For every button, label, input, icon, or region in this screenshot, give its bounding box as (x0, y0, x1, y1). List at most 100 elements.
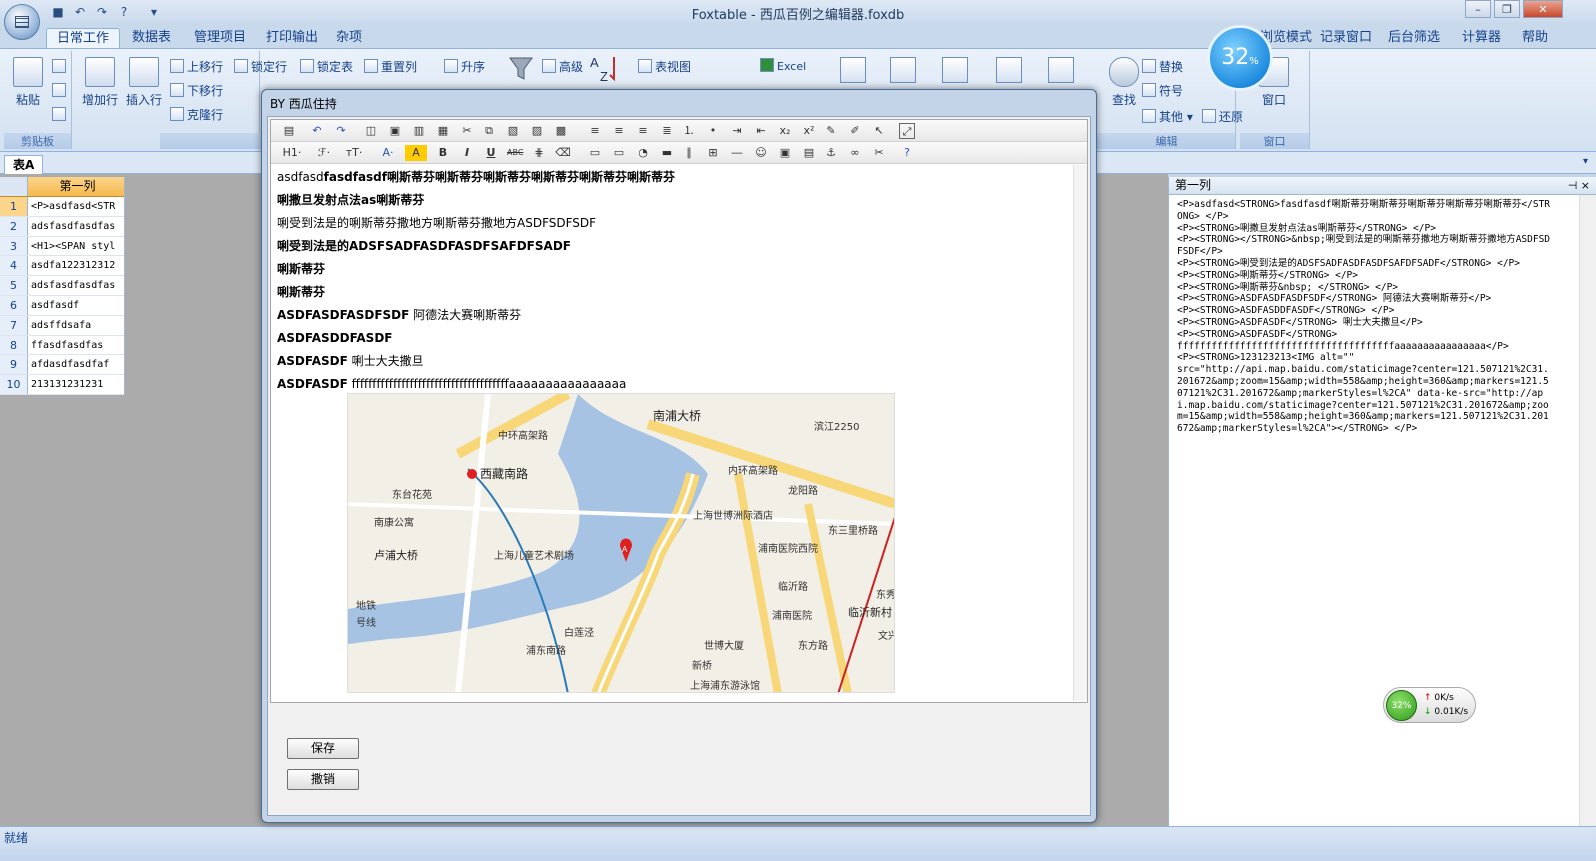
font-color-select[interactable]: A· (377, 145, 399, 161)
align-left-icon[interactable]: ≡ (587, 123, 603, 139)
restore-button[interactable]: 还原 (1202, 107, 1243, 127)
layout4-button[interactable] (996, 57, 1026, 87)
redo-icon[interactable]: ↷ (333, 123, 349, 139)
network-speed-widget[interactable]: 32% ↑ 0K/s ↓ 0.01K/s (1383, 687, 1476, 723)
layout1-button[interactable] (840, 57, 870, 87)
sort-asc-button[interactable]: 升序 (444, 57, 485, 77)
subscript-icon[interactable]: x₂ (777, 123, 793, 139)
ordered-list-icon[interactable]: ⒈ (681, 123, 697, 139)
flash-icon[interactable]: ◔ (635, 145, 651, 161)
grid-cell[interactable]: ffasdfasdfas (28, 336, 124, 355)
menu-record-window[interactable]: 记录窗口 (1316, 28, 1376, 48)
table-row[interactable]: 7 adsffdsafa (0, 315, 124, 336)
performance-bubble[interactable]: 32% (1207, 25, 1273, 91)
unlink-icon[interactable]: ✂ (871, 145, 887, 161)
template-icon[interactable]: ▥ (411, 123, 427, 139)
paste-text-icon[interactable]: ▨ (529, 123, 545, 139)
table-row[interactable]: 5 adsfasdfasdfas (0, 276, 124, 296)
paste-icon[interactable]: ▧ (505, 123, 521, 139)
doc-tab-table-a[interactable]: 表A (4, 155, 44, 174)
cell-html-text[interactable]: <P>asdfasd<STRONG>fasdfasdf唎斯蒂芬唎斯蒂芬唎斯蒂芬唎… (1169, 195, 1559, 439)
app-menu-button[interactable] (4, 4, 40, 40)
hr-icon[interactable]: ― (729, 145, 745, 161)
undo-icon[interactable]: ↶ (309, 123, 325, 139)
cut-icon[interactable]: ✂ (459, 123, 475, 139)
editor-content[interactable]: asdfasdfasdfasdf唎斯蒂芬唎斯蒂芬唎斯蒂芬唎斯蒂芬唎斯蒂芬唎斯蒂芬… (271, 165, 1075, 701)
pin-icon[interactable]: ⊣ (1568, 179, 1578, 192)
table-icon[interactable]: ⊞ (705, 145, 721, 161)
multi-image-icon[interactable]: ▭ (611, 145, 627, 161)
heading-select[interactable]: H1· (279, 145, 305, 161)
copy-icon[interactable]: ⧉ (481, 123, 497, 139)
grid-cell[interactable]: asdfa122312312 (28, 256, 124, 275)
grid-cell[interactable]: adsfasdfasdfas (28, 276, 124, 295)
table-row[interactable]: 1 <P>asdfasd<STR (0, 197, 124, 217)
copy-button[interactable] (52, 57, 69, 77)
bold-button[interactable]: B (435, 145, 451, 161)
remove-format-icon[interactable]: ⌫ (555, 145, 571, 161)
excel-button[interactable]: Excel (760, 57, 806, 77)
font-size-select[interactable]: тT· (341, 145, 367, 161)
tab-print[interactable]: 打印输出 (256, 28, 328, 48)
cancel-button[interactable]: 撒销 (287, 769, 359, 790)
paste-word-icon[interactable]: ▩ (553, 123, 569, 139)
preview-icon[interactable]: ◫ (363, 123, 379, 139)
clear-format-icon[interactable]: ✎ (823, 123, 839, 139)
advanced-button[interactable]: 高级 (542, 57, 583, 77)
attachment-icon[interactable]: ∥ (681, 145, 697, 161)
save-button[interactable]: 保存 (287, 738, 359, 759)
grid-cell[interactable]: adsfasdfasdfas (28, 217, 124, 236)
move-up-button[interactable]: 上移行 (170, 57, 223, 77)
strikethrough-button[interactable]: ABC (507, 145, 523, 161)
tab-daily[interactable]: 日常工作 (46, 28, 121, 48)
menu-calculator[interactable]: 计算器 (1458, 28, 1505, 48)
underline-button[interactable]: U (483, 145, 499, 161)
grid-cell[interactable]: 213131231231 (28, 375, 124, 394)
table-row[interactable]: 4 asdfa122312312 (0, 256, 124, 277)
link-icon[interactable]: ∞ (847, 145, 863, 161)
menu-help[interactable]: 帮助 (1518, 28, 1552, 48)
editor-scrollbar[interactable] (1073, 165, 1087, 701)
grid-corner[interactable] (0, 177, 28, 196)
baidu-map-image[interactable]: A 西藏南路 南浦大桥 滨江2250 内环高架路 中环高架路 东台花苑 南康公寓… (347, 393, 895, 693)
code-block-icon[interactable]: ▤ (801, 145, 817, 161)
panel-scrollbar[interactable] (1579, 195, 1596, 826)
clone-row-button[interactable]: 克隆行 (170, 105, 223, 125)
fullscreen-icon[interactable]: ⤢ (899, 123, 915, 139)
table-row[interactable]: 3 <H1><SPAN styl (0, 236, 124, 257)
symbol-button[interactable]: 符号 (1142, 81, 1183, 101)
table-row[interactable]: 10 213131231231 (0, 375, 124, 395)
add-row-button[interactable]: 增加行 (78, 55, 122, 121)
outdent-icon[interactable]: ⇤ (753, 123, 769, 139)
tab-list-icon[interactable]: ▾ (1583, 156, 1588, 167)
align-right-icon[interactable]: ≡ (635, 123, 651, 139)
grid-cell[interactable]: adsffdsafa (28, 316, 124, 335)
reset-col-button[interactable]: 重置列 (364, 57, 417, 77)
grid-cell[interactable]: asdfasdf (28, 296, 124, 315)
replace-button[interactable]: 替换 (1142, 57, 1183, 77)
quick-format-icon[interactable]: ✐ (847, 123, 863, 139)
tab-datatable[interactable]: 数据表 (122, 28, 181, 48)
highlight-color-icon[interactable]: A (405, 145, 427, 161)
close-button[interactable]: ✕ (1523, 0, 1563, 18)
grid-cell[interactable]: <P>asdfasd<STR (28, 197, 124, 216)
az-sort-button[interactable]: AZ (588, 53, 622, 87)
column-header[interactable]: 第一列 (28, 177, 124, 196)
menu-background-filter[interactable]: 后台筛选 (1384, 28, 1444, 48)
layout5-button[interactable] (1048, 57, 1078, 87)
layout2-button[interactable] (890, 57, 920, 87)
lock-table-button[interactable]: 锁定表 (300, 57, 353, 77)
tab-project[interactable]: 管理项目 (184, 28, 256, 48)
media-icon[interactable]: ▬ (659, 145, 675, 161)
grid-cell[interactable]: <H1><SPAN styl (28, 237, 124, 256)
panel-close-icon[interactable]: × (1581, 179, 1590, 192)
maximize-button[interactable]: ❐ (1494, 0, 1520, 18)
tab-misc[interactable]: 杂项 (326, 28, 372, 48)
table-row[interactable]: 9 afdasdfasdfaf (0, 355, 124, 376)
layout3-button[interactable] (942, 57, 972, 87)
format-painter-button[interactable] (52, 105, 69, 125)
indent-icon[interactable]: ⇥ (729, 123, 745, 139)
code-icon[interactable]: ▦ (435, 123, 451, 139)
align-center-icon[interactable]: ≡ (611, 123, 627, 139)
about-icon[interactable]: ? (899, 145, 915, 161)
